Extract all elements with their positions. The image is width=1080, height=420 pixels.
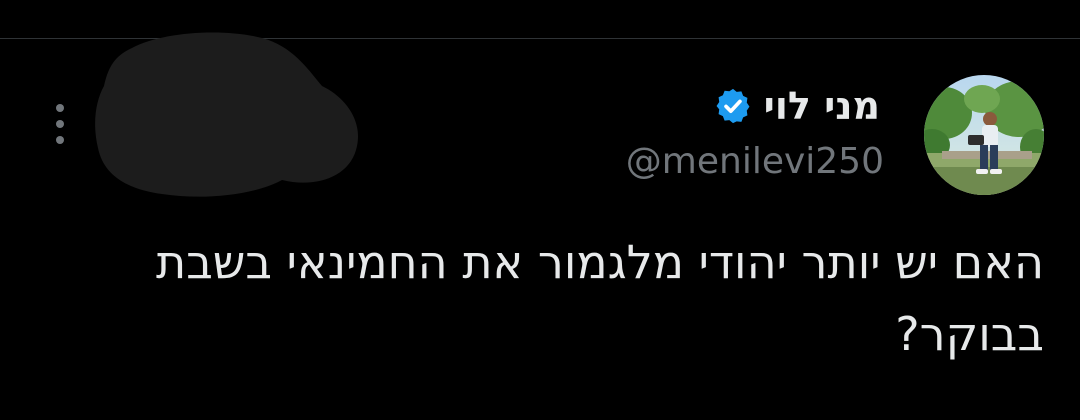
verified-badge-icon <box>716 88 750 124</box>
author-handle[interactable]: @menilevi250 <box>626 138 884 186</box>
avatar[interactable] <box>924 75 1044 195</box>
avatar-photo-icon <box>924 75 1044 195</box>
author-name-row[interactable]: מני לוי <box>714 80 880 132</box>
tweet-view: מני לוי @menilevi250 האם יש יותר יהודי מ… <box>0 0 1080 420</box>
redacted-blob <box>95 32 358 197</box>
more-vertical-icon[interactable] <box>50 102 70 146</box>
tweet-text: האם יש יותר יהודי מלגמור את החמינאי בשבת… <box>155 235 1044 361</box>
author-display-name[interactable]: מני לוי <box>764 80 880 132</box>
